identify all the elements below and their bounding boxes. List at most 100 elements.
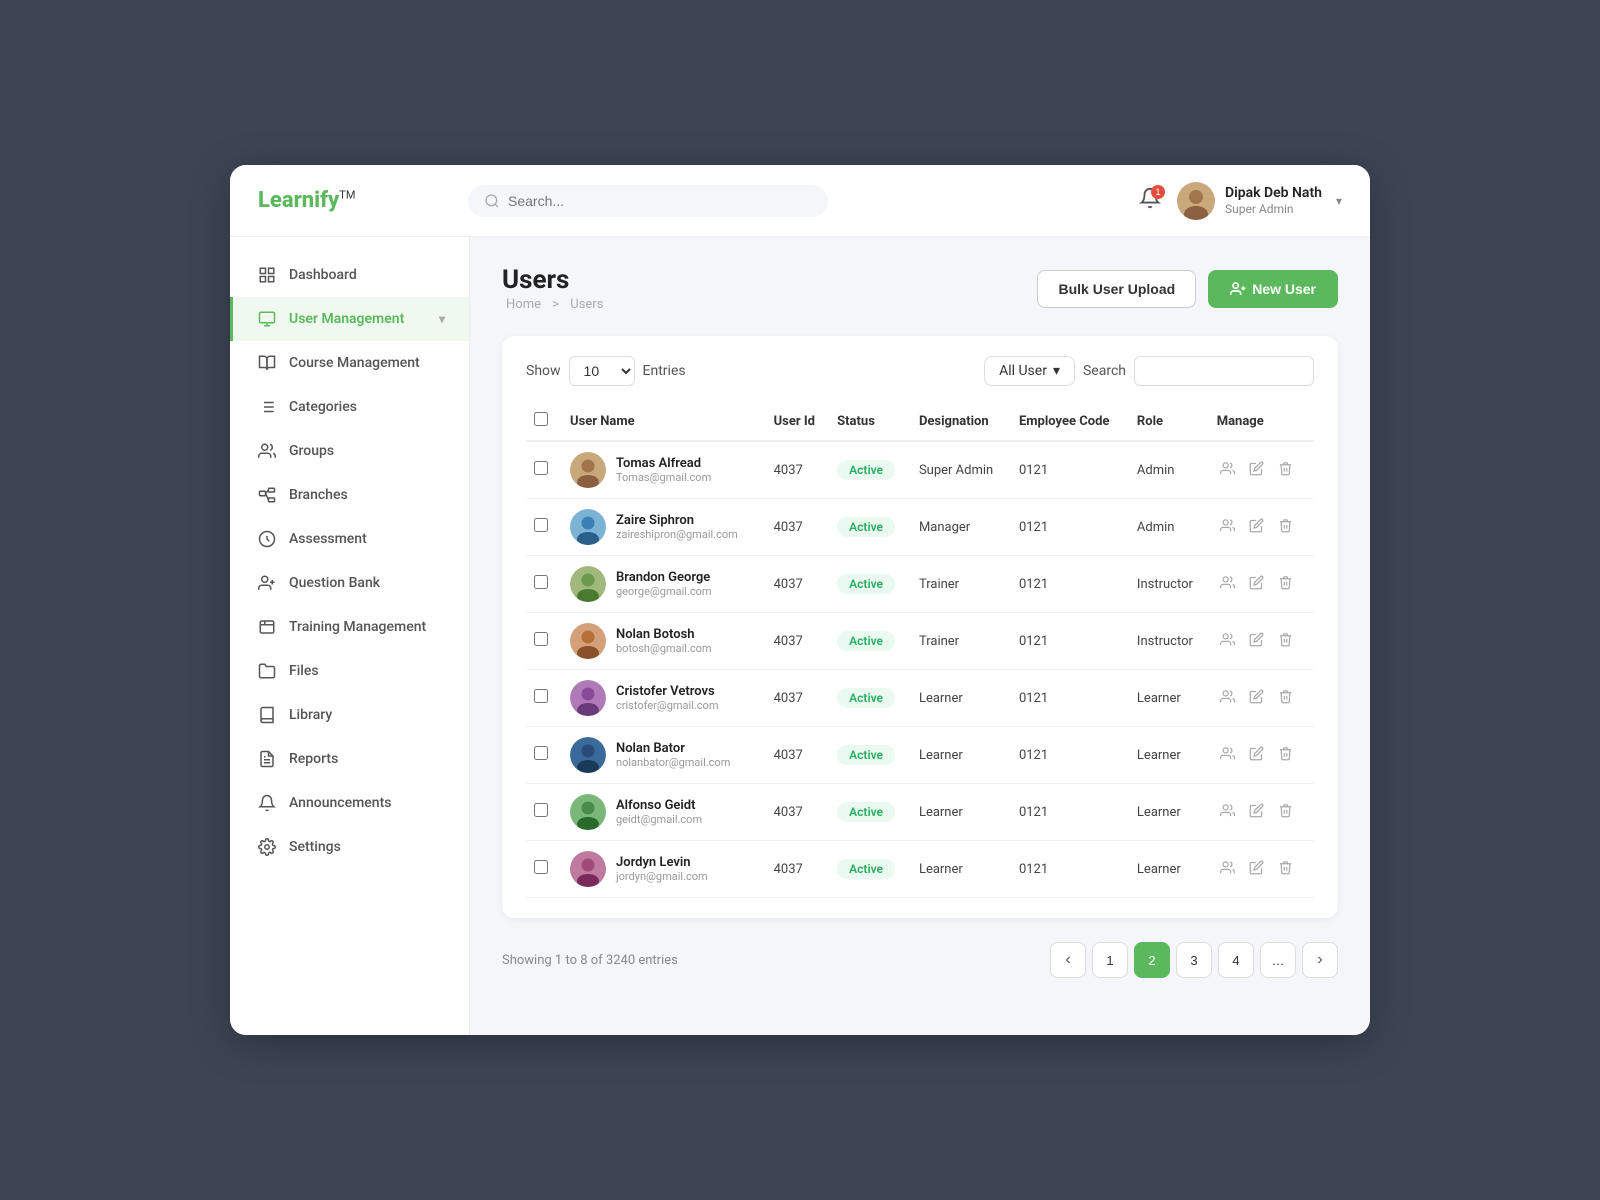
entries-select[interactable]: 10 25 50 100 <box>569 356 635 386</box>
manage-icons <box>1217 743 1306 768</box>
show-label: Show <box>526 363 561 379</box>
sidebar-item-assessment[interactable]: Assessment <box>230 517 469 561</box>
employee-code: 0121 <box>1011 727 1129 784</box>
row-checkbox[interactable] <box>534 575 548 589</box>
sidebar-item-dashboard[interactable]: Dashboard <box>230 253 469 297</box>
impersonate-button[interactable] <box>1217 800 1238 825</box>
sidebar-item-branches[interactable]: Branches <box>230 473 469 517</box>
row-checkbox[interactable] <box>534 518 548 532</box>
table-row: Alfonso Geidt geidt@gmail.com 4037 Activ… <box>526 784 1314 841</box>
sidebar-item-files[interactable]: Files <box>230 649 469 693</box>
user-full-name: Jordyn Levin <box>616 855 708 870</box>
search-bar[interactable] <box>468 185 828 217</box>
table-row: Nolan Bator nolanbator@gmail.com 4037 Ac… <box>526 727 1314 784</box>
user-id: 4037 <box>766 727 830 784</box>
question-bank-icon <box>257 573 277 593</box>
search-label: Search <box>1083 363 1126 379</box>
delete-button[interactable] <box>1275 857 1296 882</box>
edit-button[interactable] <box>1246 572 1267 597</box>
page-header: Users Home > Users Bulk User Upload <box>502 265 1338 312</box>
sidebar-item-library[interactable]: Library <box>230 693 469 737</box>
designation: Trainer <box>911 556 1011 613</box>
edit-button[interactable] <box>1246 857 1267 882</box>
delete-button[interactable] <box>1275 800 1296 825</box>
user-role: Super Admin <box>1225 202 1322 218</box>
select-all-checkbox[interactable] <box>534 412 548 426</box>
header-actions: Bulk User Upload New User <box>1037 270 1338 308</box>
pagination-page-1[interactable]: 1 <box>1092 942 1128 978</box>
edit-button[interactable] <box>1246 458 1267 483</box>
table-row: Jordyn Levin jordyn@gmail.com 4037 Activ… <box>526 841 1314 898</box>
user-full-name: Nolan Botosh <box>616 627 712 642</box>
row-checkbox[interactable] <box>534 860 548 874</box>
new-user-button[interactable]: New User <box>1208 270 1338 308</box>
user-full-name: Zaire Siphron <box>616 513 738 528</box>
sidebar-item-training-management[interactable]: Training Management <box>230 605 469 649</box>
pagination-ellipsis[interactable]: … <box>1260 942 1296 978</box>
edit-button[interactable] <box>1246 515 1267 540</box>
sidebar-item-question-bank[interactable]: Question Bank <box>230 561 469 605</box>
impersonate-button[interactable] <box>1217 572 1238 597</box>
user-management-arrow-icon: ▾ <box>439 312 445 326</box>
edit-button[interactable] <box>1246 629 1267 654</box>
row-checkbox[interactable] <box>534 803 548 817</box>
sidebar-item-categories[interactable]: Categories <box>230 385 469 429</box>
table-section: Show 10 25 50 100 Entries All User ▾ Sea… <box>502 336 1338 918</box>
impersonate-button[interactable] <box>1217 686 1238 711</box>
dashboard-icon <box>257 265 277 285</box>
edit-button[interactable] <box>1246 686 1267 711</box>
branches-icon <box>257 485 277 505</box>
impersonate-button[interactable] <box>1217 857 1238 882</box>
filter-dropdown[interactable]: All User ▾ <box>984 356 1075 386</box>
delete-button[interactable] <box>1275 458 1296 483</box>
delete-button[interactable] <box>1275 515 1296 540</box>
user-full-name: Tomas Alfread <box>616 456 711 471</box>
page-title: Users <box>502 265 1037 295</box>
row-checkbox[interactable] <box>534 689 548 703</box>
delete-button[interactable] <box>1275 686 1296 711</box>
manage-icons <box>1217 686 1306 711</box>
user-email: botosh@gmail.com <box>616 642 712 655</box>
user-avatar <box>570 623 606 659</box>
search-input[interactable] <box>508 193 812 209</box>
sidebar-item-user-management[interactable]: User Management ▾ <box>230 297 469 341</box>
impersonate-button[interactable] <box>1217 629 1238 654</box>
pagination-page-2[interactable]: 2 <box>1134 942 1170 978</box>
manage-icons <box>1217 800 1306 825</box>
row-checkbox[interactable] <box>534 632 548 646</box>
user-info[interactable]: Dipak Deb Nath Super Admin ▾ <box>1177 182 1342 220</box>
edit-button[interactable] <box>1246 800 1267 825</box>
sidebar-item-groups[interactable]: Groups <box>230 429 469 473</box>
impersonate-button[interactable] <box>1217 458 1238 483</box>
pagination-next[interactable]: › <box>1302 942 1338 978</box>
delete-button[interactable] <box>1275 743 1296 768</box>
row-checkbox[interactable] <box>534 746 548 760</box>
impersonate-button[interactable] <box>1217 743 1238 768</box>
delete-button[interactable] <box>1275 572 1296 597</box>
user-email: jordyn@gmail.com <box>616 870 708 883</box>
impersonate-button[interactable] <box>1217 515 1238 540</box>
designation: Learner <box>911 784 1011 841</box>
entries-label: Entries <box>643 363 686 379</box>
table-row: Cristofer Vetrovs cristofer@gmail.com 40… <box>526 670 1314 727</box>
sidebar-item-settings[interactable]: Settings <box>230 825 469 869</box>
designation: Super Admin <box>911 441 1011 499</box>
pagination-page-3[interactable]: 3 <box>1176 942 1212 978</box>
sidebar-item-reports[interactable]: Reports <box>230 737 469 781</box>
bulk-upload-button[interactable]: Bulk User Upload <box>1037 270 1196 308</box>
header-right: 1 Dipak Deb Nath Super Admin ▾ <box>1139 182 1342 220</box>
sidebar-item-label: Course Management <box>289 355 445 371</box>
sidebar-item-announcements[interactable]: Announcements <box>230 781 469 825</box>
row-checkbox[interactable] <box>534 461 548 475</box>
sidebar-item-course-management[interactable]: Course Management <box>230 341 469 385</box>
status-badge: Active <box>837 802 895 822</box>
table-search-input[interactable] <box>1134 356 1314 386</box>
col-userid: User Id <box>766 402 830 441</box>
pagination-page-4[interactable]: 4 <box>1218 942 1254 978</box>
edit-button[interactable] <box>1246 743 1267 768</box>
sidebar-item-label: Dashboard <box>289 267 445 283</box>
pagination-prev[interactable]: ‹ <box>1050 942 1086 978</box>
notification-button[interactable]: 1 <box>1139 187 1161 215</box>
settings-icon <box>257 837 277 857</box>
delete-button[interactable] <box>1275 629 1296 654</box>
